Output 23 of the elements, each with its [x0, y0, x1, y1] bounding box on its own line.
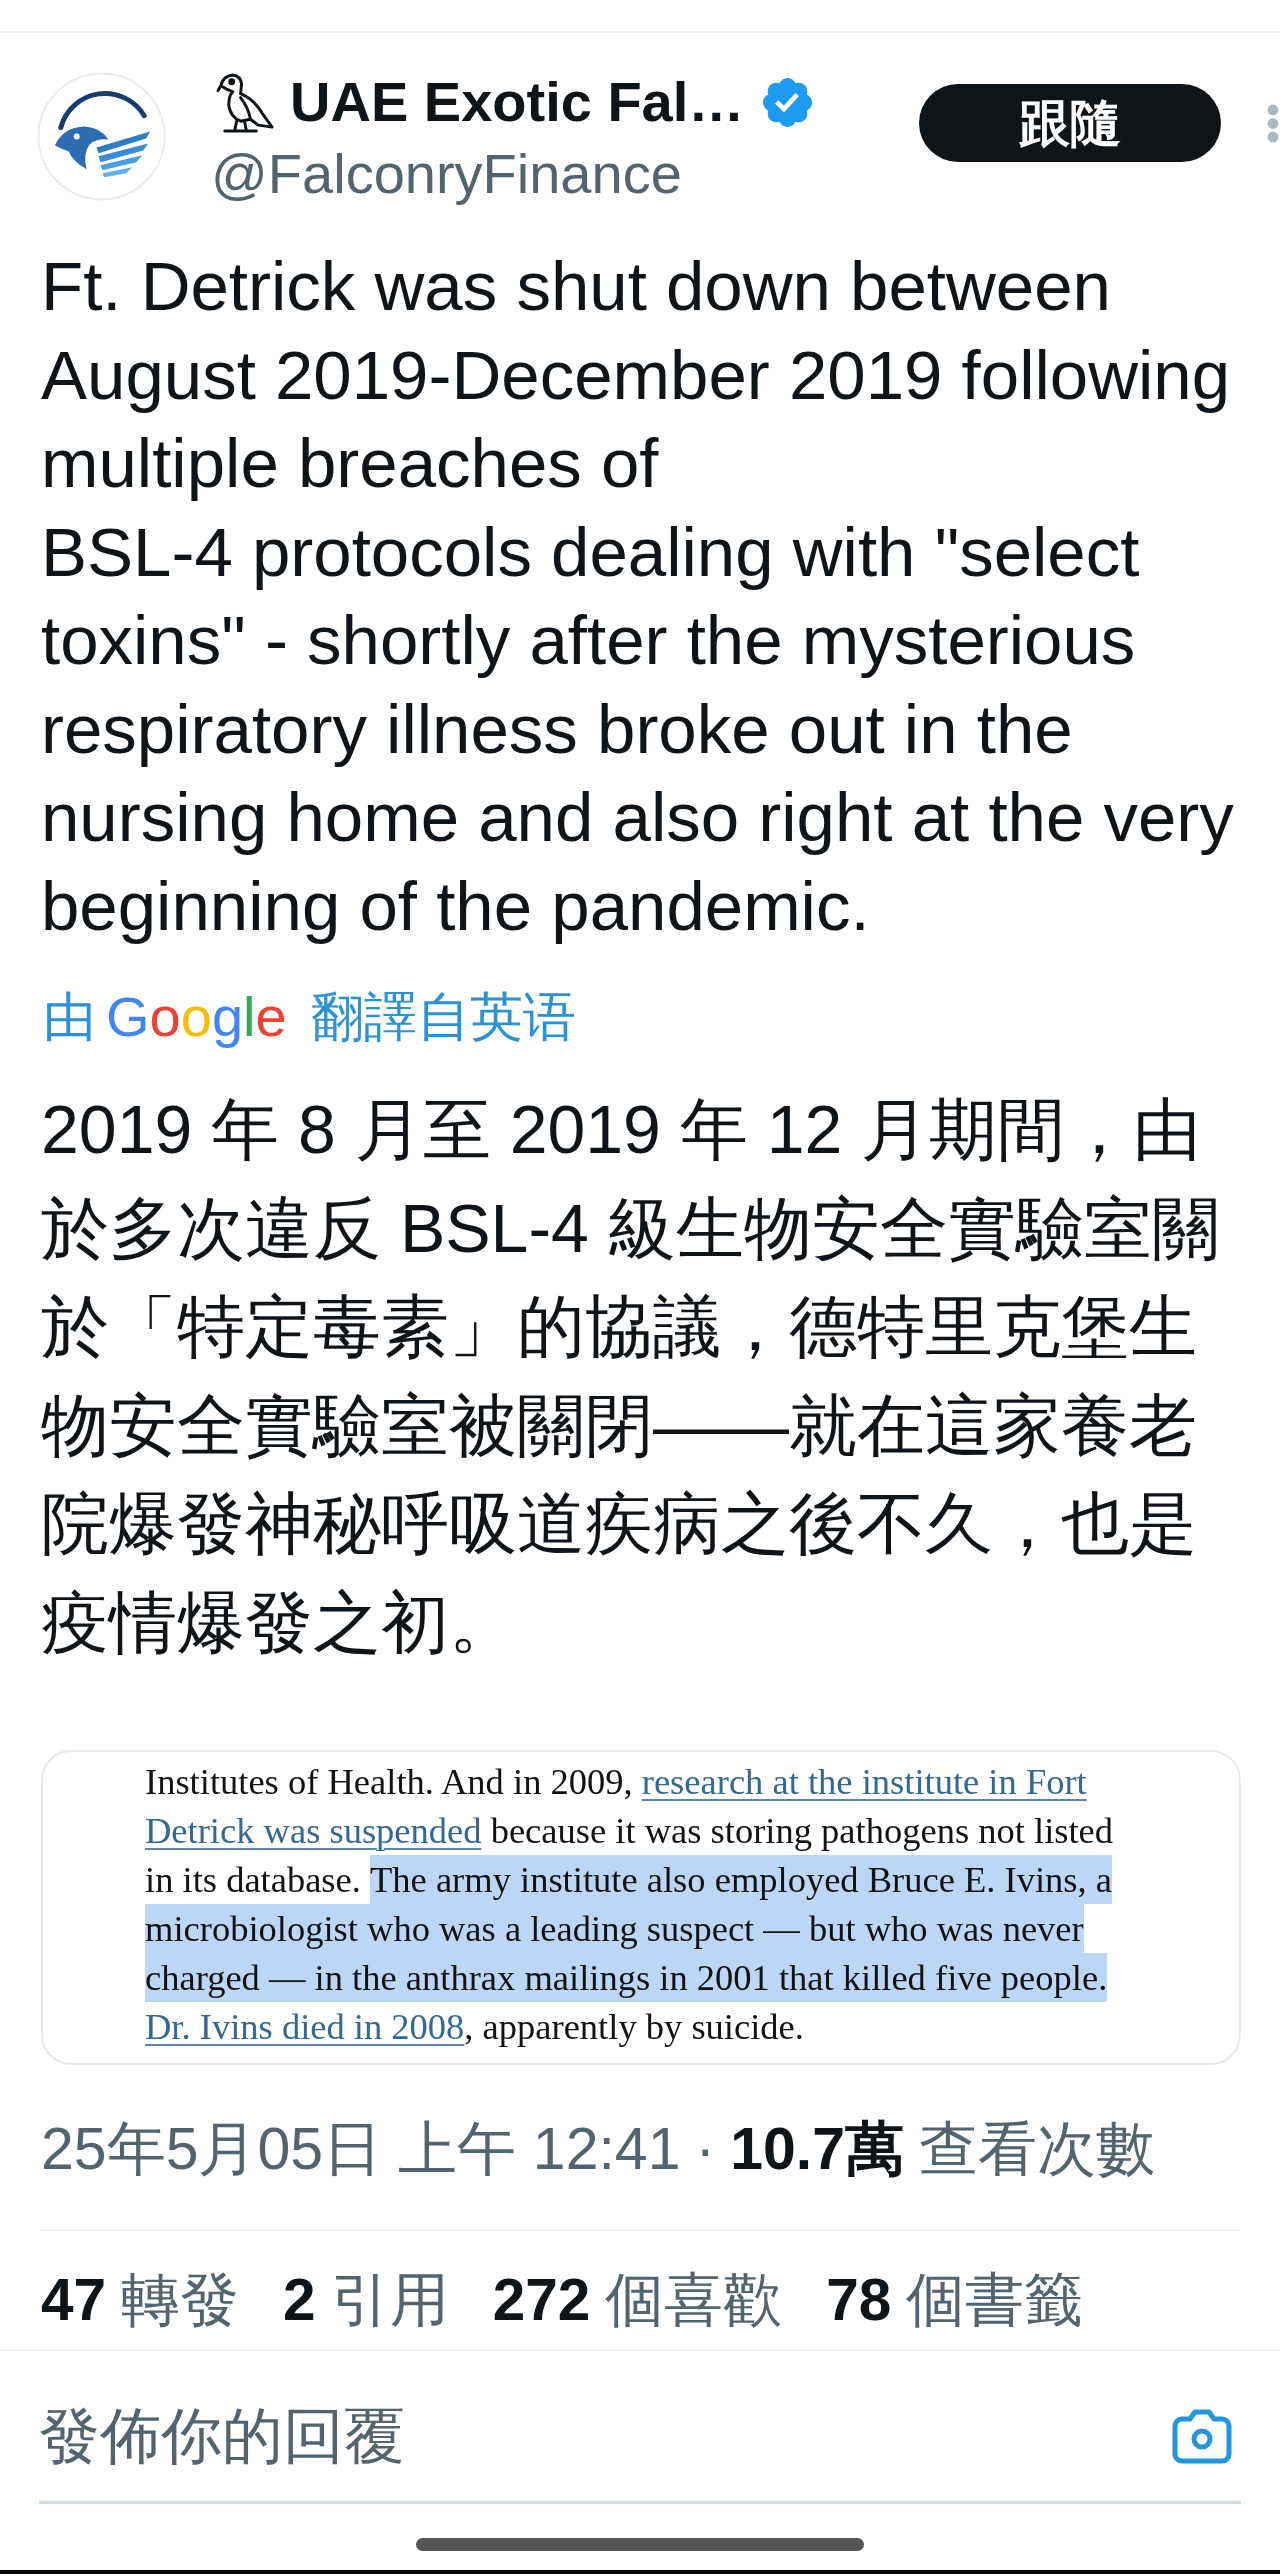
translation-source-text: 翻譯自英语 — [310, 987, 576, 1047]
tweet-text: Ft. Detrick was shut down between August 2019-December 2019 following multiple breaches of BSL-4 protocols dealing with "select toxins" - shortly after the mysterious respiratory illness broke out in the nursing home and also right at the very beginning of the pandemic. — [41, 247, 1235, 947]
timestamp[interactable]: 25年5月05日 上午 12:41 — [41, 2114, 681, 2184]
bird-logo-icon[interactable] — [37, 72, 166, 201]
user-handle[interactable]: @FalconryFinance — [211, 142, 919, 206]
article-link[interactable]: research at the institute in Fort — [641, 1757, 1087, 1806]
display-name[interactable]: UAE Exotic Fal… — [290, 62, 745, 142]
stat-link[interactable]: 272 個喜歡 — [492, 2265, 783, 2335]
more-options-icon[interactable] — [1266, 104, 1280, 143]
stat-link[interactable]: 47 轉發 — [41, 2265, 240, 2335]
stat-link[interactable]: 2 引用 — [283, 2265, 449, 2335]
google-wordmark: Google — [106, 987, 287, 1047]
follow-button[interactable]: 跟隨 — [919, 84, 1221, 162]
article-link[interactable]: Dr. Ivins died in 2008 — [145, 2002, 465, 2051]
article-excerpt-text: Institutes of Health. And in 2009, research at the institute in Fort Detrick was suspended because it was storing pathogens not listed in its database. The army institute also employed Bruce E. Ivins, a microbiologist who was a leading suspect — but who was never charged — in the anthrax mailings in 2001 that killed five people. Dr. Ivins died in 2008, apparently by suicide. — [145, 1757, 1114, 2051]
article-link[interactable]: Detrick was suspended — [145, 1806, 482, 1855]
stat-link[interactable]: 78 個書籤 — [826, 2265, 1084, 2335]
translated-text: 2019 年 8 月至 2019 年 12 月期間，由於多次違反 BSL-4 級生物安全實驗室關於「特定毒素」的協議，德特里克堡生物安全實驗室被關閉——就在這家養老院爆發神秘呼吸道疾病之後不久，也是疫情爆發之初。 — [41, 1090, 1221, 1662]
separator-dot: · — [695, 2115, 716, 2184]
reply-input-field[interactable]: 發佈你的回覆 — [39, 2386, 1171, 2486]
view-count: 10.7萬 查看次數 — [730, 2115, 1155, 2184]
camera-icon[interactable] — [1171, 2407, 1233, 2465]
translated-by-text: 由 — [43, 987, 96, 1047]
